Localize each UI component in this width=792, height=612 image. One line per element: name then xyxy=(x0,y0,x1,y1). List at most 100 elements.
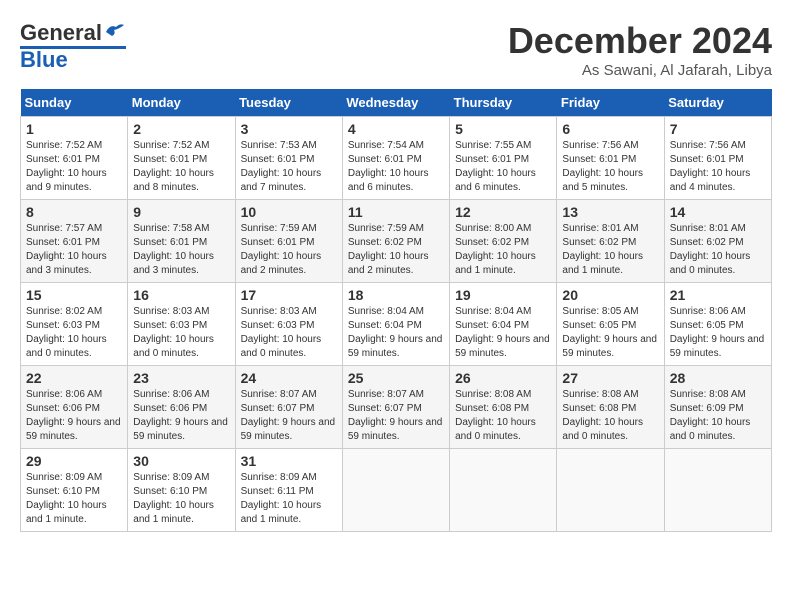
calendar-cell: 10 Sunrise: 7:59 AM Sunset: 6:01 PM Dayl… xyxy=(235,200,342,283)
calendar-week-1: 1 Sunrise: 7:52 AM Sunset: 6:01 PM Dayli… xyxy=(21,117,772,200)
day-number: 13 xyxy=(562,204,658,220)
calendar-cell: 15 Sunrise: 8:02 AM Sunset: 6:03 PM Dayl… xyxy=(21,283,128,366)
calendar-table: Sunday Monday Tuesday Wednesday Thursday… xyxy=(20,89,772,532)
title-block: December 2024 As Sawani, Al Jafarah, Lib… xyxy=(508,20,772,79)
day-number: 14 xyxy=(670,204,766,220)
calendar-cell: 20 Sunrise: 8:05 AM Sunset: 6:05 PM Dayl… xyxy=(557,283,664,366)
day-info: Sunrise: 7:56 AM Sunset: 6:01 PM Dayligh… xyxy=(670,139,766,195)
day-info: Sunrise: 8:04 AM Sunset: 6:04 PM Dayligh… xyxy=(348,305,444,361)
day-info: Sunrise: 8:00 AM Sunset: 6:02 PM Dayligh… xyxy=(455,222,551,278)
day-number: 27 xyxy=(562,370,658,386)
day-number: 17 xyxy=(241,287,337,303)
day-number: 16 xyxy=(133,287,229,303)
day-number: 5 xyxy=(455,121,551,137)
day-number: 31 xyxy=(241,453,337,469)
day-info: Sunrise: 8:04 AM Sunset: 6:04 PM Dayligh… xyxy=(455,305,551,361)
calendar-cell: 13 Sunrise: 8:01 AM Sunset: 6:02 PM Dayl… xyxy=(557,200,664,283)
day-info: Sunrise: 8:08 AM Sunset: 6:08 PM Dayligh… xyxy=(562,388,658,444)
calendar-cell xyxy=(664,449,771,532)
calendar-cell: 23 Sunrise: 8:06 AM Sunset: 6:06 PM Dayl… xyxy=(128,366,235,449)
day-number: 11 xyxy=(348,204,444,220)
calendar-cell: 3 Sunrise: 7:53 AM Sunset: 6:01 PM Dayli… xyxy=(235,117,342,200)
calendar-cell: 22 Sunrise: 8:06 AM Sunset: 6:06 PM Dayl… xyxy=(21,366,128,449)
calendar-cell: 19 Sunrise: 8:04 AM Sunset: 6:04 PM Dayl… xyxy=(450,283,557,366)
header-thursday: Thursday xyxy=(450,89,557,117)
day-number: 28 xyxy=(670,370,766,386)
day-info: Sunrise: 8:06 AM Sunset: 6:06 PM Dayligh… xyxy=(133,388,229,444)
day-info: Sunrise: 8:03 AM Sunset: 6:03 PM Dayligh… xyxy=(133,305,229,361)
calendar-cell: 14 Sunrise: 8:01 AM Sunset: 6:02 PM Dayl… xyxy=(664,200,771,283)
day-info: Sunrise: 7:55 AM Sunset: 6:01 PM Dayligh… xyxy=(455,139,551,195)
header-friday: Friday xyxy=(557,89,664,117)
day-info: Sunrise: 8:05 AM Sunset: 6:05 PM Dayligh… xyxy=(562,305,658,361)
day-number: 8 xyxy=(26,204,122,220)
calendar-cell: 12 Sunrise: 8:00 AM Sunset: 6:02 PM Dayl… xyxy=(450,200,557,283)
day-number: 24 xyxy=(241,370,337,386)
logo: General Blue xyxy=(20,20,126,73)
header-tuesday: Tuesday xyxy=(235,89,342,117)
logo-blue: Blue xyxy=(20,47,68,73)
location: As Sawani, Al Jafarah, Libya xyxy=(508,62,772,79)
day-info: Sunrise: 8:02 AM Sunset: 6:03 PM Dayligh… xyxy=(26,305,122,361)
day-info: Sunrise: 8:07 AM Sunset: 6:07 PM Dayligh… xyxy=(348,388,444,444)
day-number: 3 xyxy=(241,121,337,137)
calendar-cell xyxy=(342,449,449,532)
day-info: Sunrise: 8:09 AM Sunset: 6:10 PM Dayligh… xyxy=(26,471,122,527)
header-sunday: Sunday xyxy=(21,89,128,117)
day-number: 6 xyxy=(562,121,658,137)
day-info: Sunrise: 8:06 AM Sunset: 6:05 PM Dayligh… xyxy=(670,305,766,361)
day-info: Sunrise: 8:09 AM Sunset: 6:10 PM Dayligh… xyxy=(133,471,229,527)
day-number: 12 xyxy=(455,204,551,220)
calendar-cell: 2 Sunrise: 7:52 AM Sunset: 6:01 PM Dayli… xyxy=(128,117,235,200)
day-number: 21 xyxy=(670,287,766,303)
day-info: Sunrise: 8:09 AM Sunset: 6:11 PM Dayligh… xyxy=(241,471,337,527)
calendar-week-5: 29 Sunrise: 8:09 AM Sunset: 6:10 PM Dayl… xyxy=(21,449,772,532)
calendar-cell: 21 Sunrise: 8:06 AM Sunset: 6:05 PM Dayl… xyxy=(664,283,771,366)
day-number: 26 xyxy=(455,370,551,386)
calendar-week-4: 22 Sunrise: 8:06 AM Sunset: 6:06 PM Dayl… xyxy=(21,366,772,449)
day-info: Sunrise: 7:59 AM Sunset: 6:01 PM Dayligh… xyxy=(241,222,337,278)
calendar-cell: 8 Sunrise: 7:57 AM Sunset: 6:01 PM Dayli… xyxy=(21,200,128,283)
calendar-cell: 16 Sunrise: 8:03 AM Sunset: 6:03 PM Dayl… xyxy=(128,283,235,366)
day-info: Sunrise: 8:06 AM Sunset: 6:06 PM Dayligh… xyxy=(26,388,122,444)
day-info: Sunrise: 7:52 AM Sunset: 6:01 PM Dayligh… xyxy=(26,139,122,195)
day-info: Sunrise: 7:56 AM Sunset: 6:01 PM Dayligh… xyxy=(562,139,658,195)
calendar-cell: 28 Sunrise: 8:08 AM Sunset: 6:09 PM Dayl… xyxy=(664,366,771,449)
header-wednesday: Wednesday xyxy=(342,89,449,117)
calendar-cell xyxy=(557,449,664,532)
page-header: General Blue December 2024 As Sawani, Al… xyxy=(20,20,772,79)
day-info: Sunrise: 8:03 AM Sunset: 6:03 PM Dayligh… xyxy=(241,305,337,361)
day-number: 15 xyxy=(26,287,122,303)
calendar-cell: 7 Sunrise: 7:56 AM Sunset: 6:01 PM Dayli… xyxy=(664,117,771,200)
logo-general: General xyxy=(20,20,102,46)
day-info: Sunrise: 8:08 AM Sunset: 6:08 PM Dayligh… xyxy=(455,388,551,444)
calendar-cell: 30 Sunrise: 8:09 AM Sunset: 6:10 PM Dayl… xyxy=(128,449,235,532)
calendar-cell: 24 Sunrise: 8:07 AM Sunset: 6:07 PM Dayl… xyxy=(235,366,342,449)
calendar-cell: 26 Sunrise: 8:08 AM Sunset: 6:08 PM Dayl… xyxy=(450,366,557,449)
day-info: Sunrise: 7:53 AM Sunset: 6:01 PM Dayligh… xyxy=(241,139,337,195)
day-number: 29 xyxy=(26,453,122,469)
calendar-cell: 27 Sunrise: 8:08 AM Sunset: 6:08 PM Dayl… xyxy=(557,366,664,449)
calendar-cell: 18 Sunrise: 8:04 AM Sunset: 6:04 PM Dayl… xyxy=(342,283,449,366)
header-row: Sunday Monday Tuesday Wednesday Thursday… xyxy=(21,89,772,117)
day-info: Sunrise: 8:01 AM Sunset: 6:02 PM Dayligh… xyxy=(670,222,766,278)
calendar-cell: 4 Sunrise: 7:54 AM Sunset: 6:01 PM Dayli… xyxy=(342,117,449,200)
day-info: Sunrise: 8:08 AM Sunset: 6:09 PM Dayligh… xyxy=(670,388,766,444)
day-info: Sunrise: 7:54 AM Sunset: 6:01 PM Dayligh… xyxy=(348,139,444,195)
calendar-cell xyxy=(450,449,557,532)
calendar-week-2: 8 Sunrise: 7:57 AM Sunset: 6:01 PM Dayli… xyxy=(21,200,772,283)
calendar-cell: 29 Sunrise: 8:09 AM Sunset: 6:10 PM Dayl… xyxy=(21,449,128,532)
calendar-cell: 31 Sunrise: 8:09 AM Sunset: 6:11 PM Dayl… xyxy=(235,449,342,532)
day-info: Sunrise: 7:52 AM Sunset: 6:01 PM Dayligh… xyxy=(133,139,229,195)
calendar-cell: 9 Sunrise: 7:58 AM Sunset: 6:01 PM Dayli… xyxy=(128,200,235,283)
calendar-body: 1 Sunrise: 7:52 AM Sunset: 6:01 PM Dayli… xyxy=(21,117,772,532)
calendar-cell: 1 Sunrise: 7:52 AM Sunset: 6:01 PM Dayli… xyxy=(21,117,128,200)
day-number: 2 xyxy=(133,121,229,137)
calendar-cell: 17 Sunrise: 8:03 AM Sunset: 6:03 PM Dayl… xyxy=(235,283,342,366)
calendar-cell: 6 Sunrise: 7:56 AM Sunset: 6:01 PM Dayli… xyxy=(557,117,664,200)
day-info: Sunrise: 7:58 AM Sunset: 6:01 PM Dayligh… xyxy=(133,222,229,278)
day-info: Sunrise: 8:07 AM Sunset: 6:07 PM Dayligh… xyxy=(241,388,337,444)
month-title: December 2024 xyxy=(508,20,772,62)
calendar-header: Sunday Monday Tuesday Wednesday Thursday… xyxy=(21,89,772,117)
day-number: 30 xyxy=(133,453,229,469)
